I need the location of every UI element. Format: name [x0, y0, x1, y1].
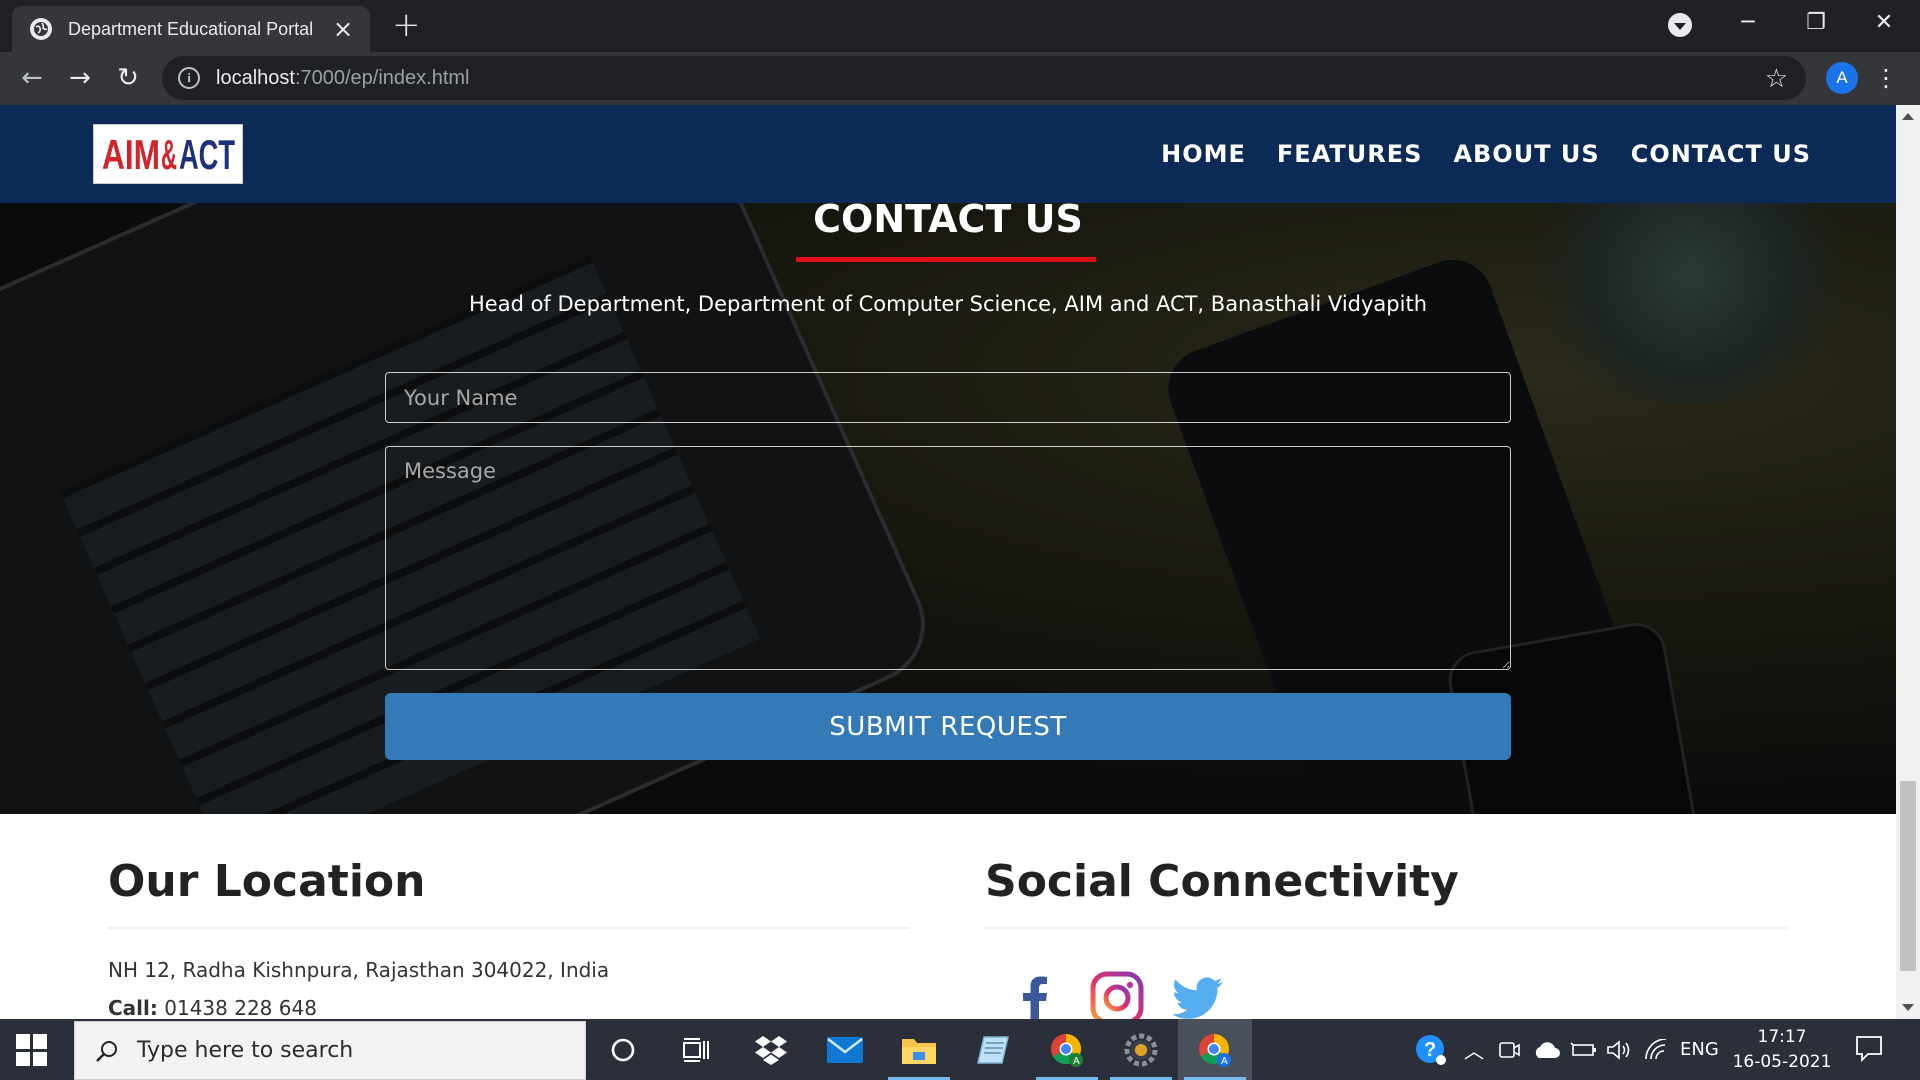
show-hidden-icons-chevron-icon[interactable]: ︿ — [1464, 1019, 1484, 1080]
twitter-icon[interactable] — [1172, 971, 1226, 1019]
tab-search-button[interactable] — [1668, 13, 1692, 37]
taskbar-clock[interactable]: 17:17 16-05-2021 — [1724, 1025, 1840, 1075]
taskbar-search-box[interactable]: Type here to search — [74, 1021, 586, 1080]
contact-subtitle: Head of Department, Department of Comput… — [468, 292, 1428, 316]
nav-about-us[interactable]: ABOUT US — [1453, 140, 1599, 168]
taskbar-search-placeholder: Type here to search — [137, 1038, 354, 1063]
start-tile — [16, 1034, 30, 1049]
name-input[interactable] — [385, 372, 1511, 423]
nav-home[interactable]: HOME — [1161, 140, 1246, 168]
tab-close-icon[interactable]: × — [330, 16, 356, 42]
clock-date: 16-05-2021 — [1732, 1052, 1832, 1072]
notifications-icon[interactable] — [1854, 1033, 1888, 1065]
windows-start-icon[interactable] — [16, 1034, 48, 1066]
globe-icon — [30, 18, 52, 40]
logo-image: AIM & ACT — [102, 131, 235, 177]
url-host: localhost — [216, 66, 295, 89]
page-scrollbar[interactable] — [1896, 105, 1920, 1019]
meet-now-icon[interactable] — [1498, 1019, 1520, 1080]
browser-toolbar: ← → ↻ i localhost:7000/ep/index.html ☆ A… — [0, 52, 1920, 105]
footer-section: Our Location NH 12, Radha Kishnpura, Raj… — [0, 814, 1896, 1019]
mail-icon[interactable] — [808, 1019, 882, 1080]
notes-app-icon[interactable] — [956, 1019, 1030, 1080]
scroll-thumb[interactable] — [1900, 781, 1916, 971]
help-icon[interactable]: ? — [1414, 1019, 1448, 1080]
windows-taskbar: Type here to search A A ? ︿ ENG 17:17 16… — [0, 1019, 1920, 1080]
profile-avatar[interactable]: A — [1826, 62, 1858, 94]
svg-text:A: A — [1221, 1056, 1228, 1067]
title-underline — [796, 257, 1096, 262]
social-divider — [985, 927, 1787, 929]
clock-time: 17:17 — [1757, 1027, 1807, 1047]
scroll-down-arrow-icon[interactable] — [1902, 1004, 1914, 1011]
restore-button[interactable]: ❐ — [1782, 0, 1850, 44]
location-divider — [108, 927, 910, 929]
svg-text:ACT: ACT — [179, 131, 235, 177]
start-tile — [16, 1051, 30, 1066]
contact-title: CONTACT US — [813, 197, 1083, 241]
reload-button[interactable]: ↻ — [110, 60, 146, 96]
url-text: localhost:7000/ep/index.html — [216, 67, 470, 90]
address-text: NH 12, Radha Kishnpura, Rajasthan 304022… — [108, 958, 610, 982]
site-info-icon[interactable]: i — [178, 67, 200, 89]
task-view-icon[interactable] — [660, 1019, 734, 1080]
forward-button[interactable]: → — [62, 60, 98, 96]
close-window-button[interactable]: ✕ — [1850, 0, 1918, 44]
svg-text:A: A — [1073, 1056, 1080, 1067]
message-textarea[interactable] — [385, 446, 1511, 670]
call-line: Call: 01438 228 648 — [108, 996, 317, 1019]
instagram-icon[interactable] — [1090, 971, 1144, 1019]
onedrive-cloud-icon[interactable] — [1532, 1019, 1560, 1080]
back-button[interactable]: ← — [14, 60, 50, 96]
facebook-icon[interactable] — [1008, 971, 1062, 1019]
volume-icon[interactable] — [1606, 1019, 1632, 1080]
start-tile — [33, 1051, 47, 1066]
site-logo[interactable]: AIM & ACT — [93, 124, 243, 184]
start-tile — [33, 1034, 47, 1049]
svg-text:&: & — [161, 131, 177, 177]
call-label: Call: — [108, 996, 158, 1019]
site-navbar: AIM & ACT HOME FEATURES ABOUT US CONTACT… — [0, 105, 1896, 203]
social-links — [1008, 971, 1226, 1019]
cortana-icon[interactable] — [586, 1019, 660, 1080]
settings-gear-icon[interactable] — [1104, 1019, 1178, 1080]
nav-features[interactable]: FEATURES — [1277, 140, 1423, 168]
file-explorer-icon[interactable] — [882, 1019, 956, 1080]
location-heading: Our Location — [108, 856, 426, 907]
svg-text:?: ? — [1424, 1039, 1436, 1061]
chrome-active-icon[interactable]: A — [1178, 1019, 1252, 1080]
contact-section: CONTACT US Head of Department, Departmen… — [0, 105, 1896, 814]
battery-icon[interactable] — [1570, 1019, 1598, 1080]
main-nav: HOME FEATURES ABOUT US CONTACT US — [1161, 105, 1811, 203]
bookmark-star-icon[interactable]: ☆ — [1765, 64, 1788, 94]
minimize-button[interactable]: ─ — [1714, 0, 1782, 44]
search-icon — [96, 1040, 117, 1062]
chrome-profile-icon[interactable]: A — [1030, 1019, 1104, 1080]
address-bar[interactable]: i localhost:7000/ep/index.html ☆ — [162, 56, 1806, 100]
browser-tab[interactable]: Department Educational Portal × — [12, 6, 370, 52]
url-path: :7000/ep/index.html — [294, 66, 470, 89]
submit-request-button[interactable]: SUBMIT REQUEST — [385, 693, 1511, 760]
new-tab-button[interactable]: + — [392, 8, 421, 42]
nav-contact-us[interactable]: CONTACT US — [1631, 140, 1811, 168]
call-number: 01438 228 648 — [164, 996, 317, 1019]
wifi-icon[interactable] — [1644, 1019, 1668, 1080]
input-language[interactable]: ENG — [1680, 1019, 1719, 1080]
browser-menu-icon[interactable]: ⋮ — [1874, 62, 1898, 94]
browser-tab-strip: Department Educational Portal × + ─ ❐ ✕ — [0, 0, 1920, 52]
dropbox-icon[interactable] — [734, 1019, 808, 1080]
social-heading: Social Connectivity — [985, 856, 1459, 907]
tab-title: Department Educational Portal — [68, 18, 314, 39]
page-viewport: CONTACT US Head of Department, Departmen… — [0, 105, 1896, 1019]
svg-text:AIM: AIM — [102, 131, 160, 177]
scroll-up-arrow-icon[interactable] — [1902, 113, 1914, 120]
